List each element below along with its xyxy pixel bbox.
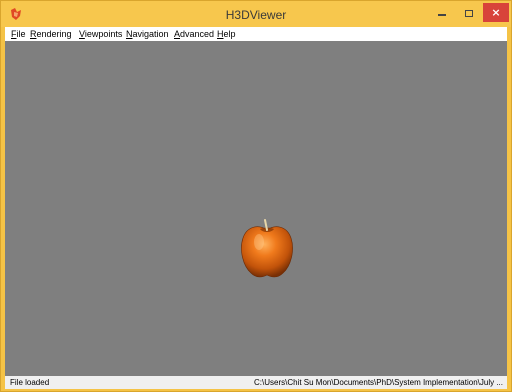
menu-navigation[interactable]: Navigation <box>124 27 171 41</box>
close-button[interactable]: × <box>483 3 509 22</box>
apple-3d-model[interactable] <box>237 216 297 281</box>
menu-viewpoints[interactable]: Viewpoints <box>77 27 124 41</box>
status-bar: File loaded C:\Users\Chit Su Mon\Documen… <box>5 376 507 389</box>
close-icon: × <box>491 6 501 19</box>
h3dviewer-window: H3DViewer × File Rendering Viewpoints Na… <box>0 0 512 392</box>
menu-file[interactable]: File <box>9 27 28 41</box>
menu-help[interactable]: Help <box>215 27 238 41</box>
minimize-icon <box>438 14 446 16</box>
title-bar[interactable]: H3DViewer × <box>1 1 511 27</box>
menu-advanced[interactable]: Advanced <box>172 27 216 41</box>
maximize-icon <box>465 9 473 17</box>
menu-bar: File Rendering Viewpoints Navigation Adv… <box>5 27 507 41</box>
maximize-button[interactable] <box>456 3 482 22</box>
render-viewport[interactable] <box>5 41 507 376</box>
status-message: File loaded <box>10 378 50 387</box>
status-file-path: C:\Users\Chit Su Mon\Documents\PhD\Syste… <box>254 378 503 387</box>
minimize-button[interactable] <box>429 3 455 22</box>
menu-rendering[interactable]: Rendering <box>28 27 74 41</box>
